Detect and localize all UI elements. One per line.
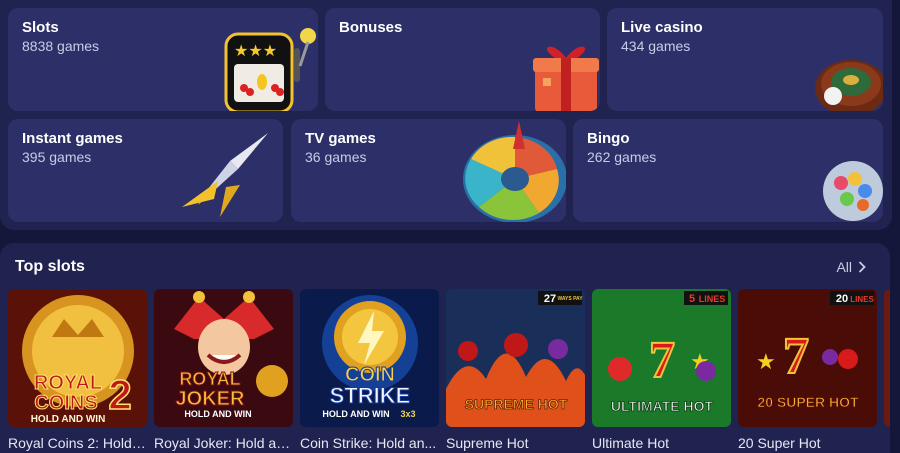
gift-box-icon: [533, 46, 599, 111]
svg-text:★: ★: [756, 350, 776, 375]
game-title[interactable]: Royal Coins 2: Hold ...: [8, 435, 147, 451]
category-title: TV games: [305, 130, 376, 147]
game-title[interactable]: Ultimate Hot: [592, 435, 731, 451]
see-all-label: All: [836, 259, 852, 275]
chevron-right-icon: [858, 261, 866, 273]
svg-text:2: 2: [108, 371, 131, 418]
svg-text:STRIKE: STRIKE: [330, 383, 411, 408]
roulette-icon: [815, 60, 883, 111]
game-title[interactable]: Royal Joker: Hold an...: [154, 435, 293, 451]
rocket-plane-icon: [182, 133, 268, 217]
svg-text:JOKER: JOKER: [176, 388, 245, 410]
category-tile-bonuses[interactable]: Bonuses: [325, 8, 600, 111]
top-slots-section: Top slots All ROYAL COINS 2 HOLD AND WIN…: [0, 243, 890, 453]
fortune-wheel-icon: [463, 121, 566, 222]
categories-panel: Slots 8838 games ★★★ Bonuses Live casino…: [0, 0, 892, 230]
category-count: 395 games: [22, 149, 92, 165]
svg-text:ROYAL: ROYAL: [34, 372, 102, 394]
svg-text:HOLD AND WIN: HOLD AND WIN: [322, 409, 389, 419]
game-thumbnail[interactable]: ROYAL JOKER HOLD AND WIN: [154, 289, 293, 427]
svg-text:5: 5: [689, 293, 695, 305]
category-count: 434 games: [621, 38, 691, 54]
svg-text:ROYAL: ROYAL: [179, 369, 240, 389]
category-tile-live-casino[interactable]: Live casino 434 games: [607, 8, 883, 111]
category-count: 36 games: [305, 149, 367, 165]
see-all-link[interactable]: All: [836, 259, 866, 275]
svg-text:LINES: LINES: [850, 295, 874, 304]
section-title: Top slots: [15, 258, 85, 275]
svg-text:7: 7: [649, 332, 675, 389]
svg-text:★★★: ★★★: [234, 41, 277, 60]
svg-text:HOLD AND WIN: HOLD AND WIN: [184, 409, 251, 419]
game-title[interactable]: Supreme Hot: [446, 435, 585, 451]
svg-text:20 SUPER HOT: 20 SUPER HOT: [757, 394, 859, 410]
svg-text:ULTIMATE HOT: ULTIMATE HOT: [611, 398, 714, 414]
svg-text:3x3: 3x3: [400, 409, 415, 419]
game-title[interactable]: 20 Super Hot: [738, 435, 877, 451]
game-thumbnail[interactable]: COIN STRIKE HOLD AND WIN 3x3: [300, 289, 439, 427]
game-thumbnail[interactable]: ROYAL COINS 2 HOLD AND WIN: [8, 289, 147, 427]
category-tile-bingo[interactable]: Bingo 262 games: [573, 119, 883, 222]
svg-text:27: 27: [544, 293, 556, 305]
category-tile-instant-games[interactable]: Instant games 395 games: [8, 119, 283, 222]
category-title: Live casino: [621, 19, 703, 36]
slot-machine-icon: ★★★: [224, 28, 316, 111]
game-thumbnail[interactable]: 20 LINES 7 ★ 20 SUPER HOT: [738, 289, 877, 427]
category-count: 8838 games: [22, 38, 100, 54]
svg-text:20: 20: [836, 293, 848, 305]
category-title: Bingo: [587, 130, 630, 147]
svg-text:7: 7: [783, 328, 809, 385]
svg-text:WAYS PAY: WAYS PAY: [557, 296, 583, 302]
game-thumbnail[interactable]: 27 WAYS PAY SUPREME HOT: [446, 289, 585, 427]
category-title: Instant games: [22, 130, 123, 147]
next-game-card-partial[interactable]: [884, 289, 890, 427]
svg-text:HOLD AND WIN: HOLD AND WIN: [31, 414, 106, 425]
svg-text:LINES: LINES: [699, 294, 726, 304]
game-title[interactable]: Coin Strike: Hold an...: [300, 435, 439, 451]
category-tile-tv-games[interactable]: TV games 36 games: [291, 119, 566, 222]
svg-text:COINS: COINS: [34, 392, 97, 414]
svg-text:SUPREME HOT: SUPREME HOT: [465, 396, 568, 412]
category-count: 262 games: [587, 149, 657, 165]
bingo-balls-icon: [823, 161, 883, 221]
category-title: Slots: [22, 19, 59, 36]
game-thumbnail[interactable]: 5 LINES 7 ★ ULTIMATE HOT: [592, 289, 731, 427]
category-tile-slots[interactable]: Slots 8838 games ★★★: [8, 8, 318, 111]
category-title: Bonuses: [339, 19, 403, 36]
